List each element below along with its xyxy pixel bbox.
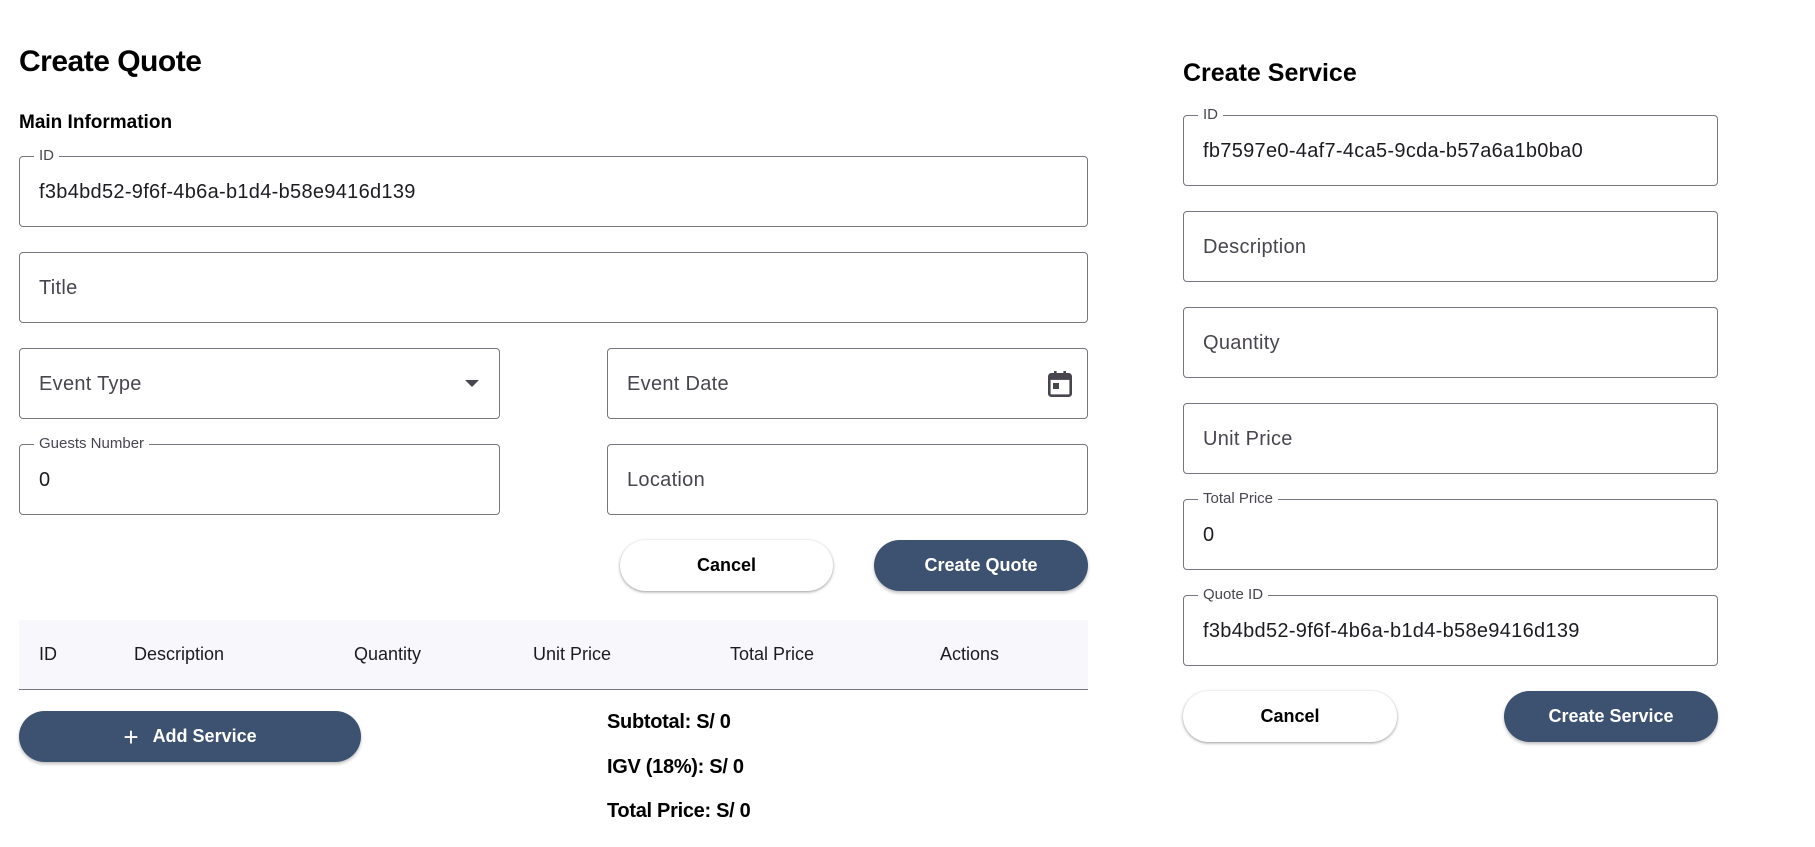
igv-text: IGV (18%): S/ 0 xyxy=(607,756,744,778)
column-header-total-price: Total Price xyxy=(730,644,815,664)
service-id-label: ID xyxy=(1198,106,1223,124)
calendar-icon[interactable] xyxy=(1045,369,1075,399)
event-date-field[interactable]: Event Date xyxy=(607,348,1088,419)
quote-id-label: ID xyxy=(34,147,59,165)
quote-id-value: f3b4bd52-9f6f-4b6a-b1d4-b58e9416d139 xyxy=(39,181,416,203)
guests-number-field[interactable]: Guests Number 0 xyxy=(19,435,500,515)
service-id-value: fb7597e0-4af7-4ca5-9cda-b57a6a1b0ba0 xyxy=(1203,140,1583,162)
quote-id-field[interactable]: ID f3b4bd52-9f6f-4b6a-b1d4-b58e9416d139 xyxy=(19,147,1088,227)
services-table-header: ID Description Quantity Unit Price Total… xyxy=(19,620,1088,690)
service-id-field[interactable]: ID fb7597e0-4af7-4ca5-9cda-b57a6a1b0ba0 xyxy=(1183,106,1718,186)
column-header-unit-price: Unit Price xyxy=(533,644,612,664)
quote-id-ref-value: f3b4bd52-9f6f-4b6a-b1d4-b58e9416d139 xyxy=(1203,620,1580,642)
quote-id-ref-label: Quote ID xyxy=(1198,586,1269,604)
total-price-field[interactable]: Total Price 0 xyxy=(1183,490,1718,570)
dropdown-arrow-icon[interactable] xyxy=(457,369,487,399)
add-service-button[interactable]: + Add Service xyxy=(19,711,361,762)
section-title: Main Information xyxy=(19,112,173,133)
cancel-service-button[interactable]: Cancel xyxy=(1183,691,1397,742)
total-price-label: Total Price xyxy=(1198,490,1279,508)
unit-price-placeholder: Unit Price xyxy=(1203,428,1293,450)
column-header-id: ID xyxy=(39,644,57,664)
create-service-button[interactable]: Create Service xyxy=(1504,691,1718,742)
quote-id-ref-field[interactable]: Quote ID f3b4bd52-9f6f-4b6a-b1d4-b58e941… xyxy=(1183,586,1718,666)
location-placeholder: Location xyxy=(627,469,706,491)
subtotal-text: Subtotal: S/ 0 xyxy=(607,711,731,733)
guests-number-label: Guests Number xyxy=(34,435,150,453)
guests-number-value: 0 xyxy=(39,469,51,491)
title-field[interactable]: Title xyxy=(19,252,1088,323)
cancel-quote-button[interactable]: Cancel xyxy=(620,540,833,591)
column-header-quantity: Quantity xyxy=(354,644,422,664)
event-date-placeholder: Event Date xyxy=(627,373,729,395)
event-type-placeholder: Event Type xyxy=(39,373,142,395)
plus-icon: + xyxy=(123,721,139,752)
description-placeholder: Description xyxy=(1203,236,1307,258)
create-quote-button[interactable]: Create Quote xyxy=(874,540,1088,591)
page: Create Quote Main Information ID f3b4bd5… xyxy=(0,0,1815,847)
description-field[interactable]: Description xyxy=(1183,211,1718,282)
total-price-text: Total Price: S/ 0 xyxy=(607,800,751,822)
location-field[interactable]: Location xyxy=(607,444,1088,515)
add-service-label: Add Service xyxy=(152,726,257,746)
page-title: Create Quote xyxy=(19,45,202,78)
total-price-value: 0 xyxy=(1203,524,1215,546)
service-panel-title: Create Service xyxy=(1183,59,1357,87)
column-header-actions: Actions xyxy=(940,644,1000,664)
quantity-field[interactable]: Quantity xyxy=(1183,307,1718,378)
column-header-description: Description xyxy=(134,644,225,664)
unit-price-field[interactable]: Unit Price xyxy=(1183,403,1718,474)
quantity-placeholder: Quantity xyxy=(1203,332,1280,354)
event-type-select[interactable]: Event Type xyxy=(19,348,500,419)
title-placeholder: Title xyxy=(39,277,78,299)
